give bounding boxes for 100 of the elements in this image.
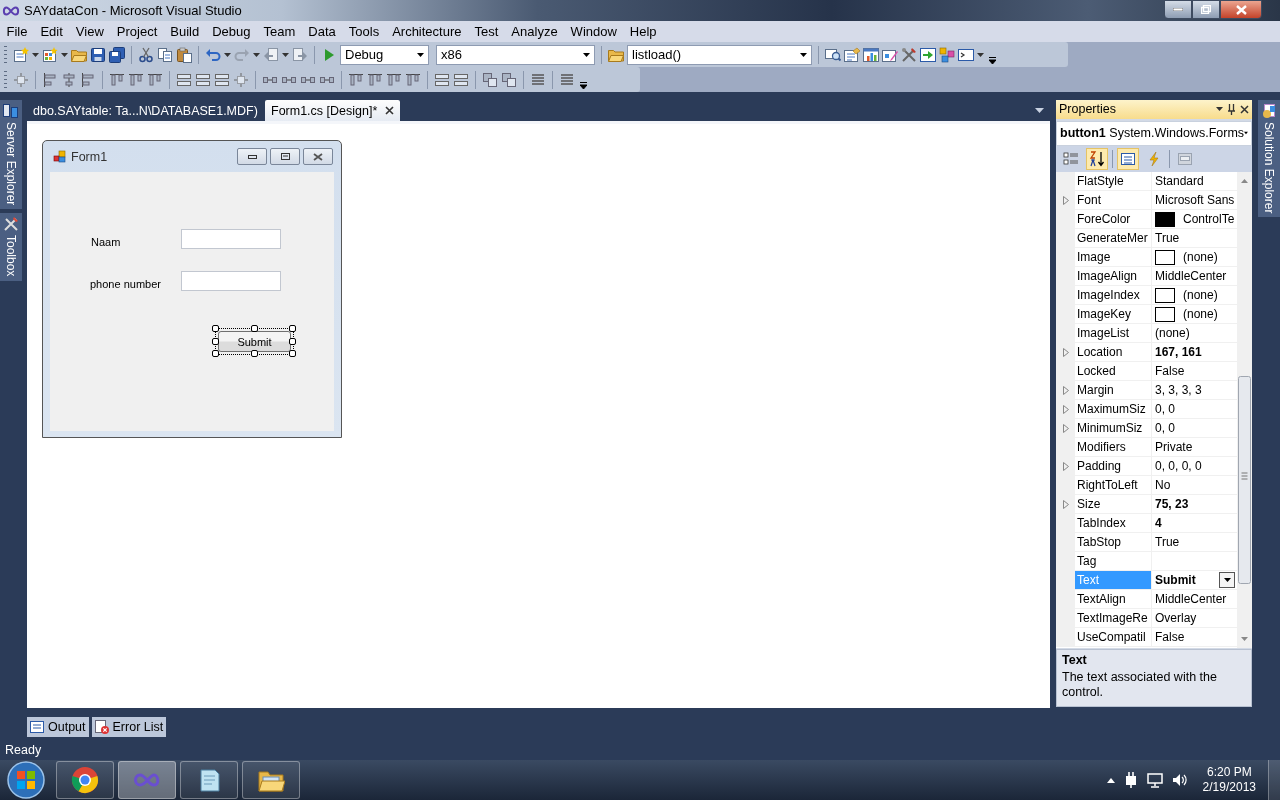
- alphabetical-view-button[interactable]: [1086, 148, 1108, 171]
- property-name[interactable]: TextAlign: [1075, 590, 1151, 609]
- dropdown-button[interactable]: [1219, 572, 1235, 589]
- document-tab[interactable]: Form1.cs [Design]*: [265, 100, 401, 121]
- menu-item[interactable]: Analyze: [504, 24, 565, 39]
- chart-icon[interactable]: [863, 46, 879, 63]
- platform-dropdown[interactable]: x86: [436, 44, 595, 65]
- alignment-icon[interactable]: [80, 71, 96, 88]
- panel-tab[interactable]: Output: [27, 717, 89, 737]
- find-dropdown[interactable]: listload(): [627, 44, 812, 65]
- property-name[interactable]: MaximumSiz: [1075, 400, 1151, 419]
- expand-icon[interactable]: [1062, 195, 1069, 205]
- menu-item[interactable]: Build: [163, 24, 206, 39]
- panel-tab[interactable]: Error List: [91, 717, 167, 737]
- add-item-icon[interactable]: [42, 46, 58, 63]
- property-name[interactable]: ForeColor: [1075, 210, 1151, 229]
- property-name[interactable]: Margin: [1075, 381, 1151, 400]
- close-icon[interactable]: [385, 106, 395, 115]
- alignment-icon[interactable]: [501, 71, 517, 88]
- property-value[interactable]: (none): [1183, 288, 1218, 303]
- copy-icon[interactable]: [157, 46, 173, 63]
- caret-icon[interactable]: [253, 52, 260, 57]
- save-all-icon[interactable]: [109, 46, 125, 63]
- menu-item[interactable]: Test: [468, 24, 505, 39]
- property-name[interactable]: Locked: [1075, 362, 1151, 381]
- properties-icon[interactable]: [844, 46, 860, 63]
- property-name[interactable]: TabStop: [1075, 533, 1151, 552]
- menu-item[interactable]: Team: [257, 24, 302, 39]
- alignment-icon[interactable]: [434, 71, 450, 88]
- alignment-icon[interactable]: [367, 71, 383, 88]
- property-value[interactable]: (none): [1155, 326, 1190, 341]
- property-name[interactable]: UseCompatil: [1075, 628, 1151, 647]
- properties-view-button[interactable]: [1117, 148, 1139, 171]
- plug-icon[interactable]: [1123, 772, 1138, 788]
- property-name[interactable]: ImageKey: [1075, 305, 1151, 324]
- caret-icon[interactable]: [1035, 108, 1044, 113]
- alignment-icon[interactable]: [109, 71, 125, 88]
- alignment-icon[interactable]: [453, 71, 469, 88]
- property-value[interactable]: 75, 23: [1155, 497, 1189, 512]
- alignment-icon[interactable]: [482, 71, 498, 88]
- caret-icon[interactable]: [1244, 131, 1248, 136]
- property-name[interactable]: Padding: [1075, 457, 1151, 476]
- property-value[interactable]: False: [1155, 364, 1185, 379]
- text-field[interactable]: [181, 271, 281, 291]
- expand-icon[interactable]: [1062, 461, 1069, 471]
- resize-handle[interactable]: [250, 350, 258, 357]
- side-tab[interactable]: Server Explorer: [0, 100, 22, 210]
- caret-icon[interactable]: [583, 52, 590, 57]
- menu-item[interactable]: File: [0, 24, 34, 39]
- property-name[interactable]: RightToLeft: [1075, 476, 1151, 495]
- submit-button[interactable]: Submit: [218, 331, 291, 352]
- scrollbar[interactable]: [1237, 172, 1252, 649]
- alignment-icon[interactable]: [214, 71, 230, 88]
- property-value[interactable]: MiddleCenter: [1155, 269, 1227, 284]
- expand-icon[interactable]: [1062, 347, 1069, 357]
- property-name[interactable]: Location: [1075, 343, 1151, 362]
- show-desktop-button[interactable]: [1268, 760, 1280, 800]
- property-name[interactable]: TextImageRe: [1075, 609, 1151, 628]
- caret-icon[interactable]: [32, 52, 39, 57]
- object-selector[interactable]: button1 System.Windows.Forms: [1056, 120, 1252, 146]
- search-icon[interactable]: [825, 46, 841, 63]
- restore-button[interactable]: [1192, 0, 1220, 19]
- overflow-icon[interactable]: [580, 82, 587, 89]
- property-value[interactable]: 3, 3, 3, 3: [1155, 383, 1202, 398]
- property-value[interactable]: 4: [1155, 516, 1162, 531]
- alignment-icon[interactable]: [386, 71, 402, 88]
- close-button[interactable]: [303, 148, 333, 165]
- property-value[interactable]: True: [1155, 535, 1180, 550]
- clock-time[interactable]: 6:20 PM: [1206, 765, 1252, 780]
- property-value[interactable]: Private: [1155, 440, 1193, 455]
- alignment-icon[interactable]: [559, 71, 575, 88]
- property-value[interactable]: True: [1155, 231, 1180, 246]
- property-name[interactable]: Modifiers: [1075, 438, 1151, 457]
- property-name[interactable]: ImageAlign: [1075, 267, 1151, 286]
- menu-item[interactable]: Window: [564, 24, 624, 39]
- menu-item[interactable]: Edit: [33, 24, 70, 39]
- property-name[interactable]: TabIndex: [1075, 514, 1151, 533]
- property-name[interactable]: Image: [1075, 248, 1151, 267]
- side-tab[interactable]: Toolbox: [0, 213, 22, 281]
- menu-item[interactable]: Tools: [342, 24, 386, 39]
- property-value[interactable]: False: [1155, 630, 1185, 645]
- caret-icon[interactable]: [417, 52, 424, 57]
- console-icon[interactable]: [958, 46, 974, 63]
- taskbar-button[interactable]: [242, 761, 300, 799]
- speaker-icon[interactable]: [1171, 773, 1188, 787]
- alignment-icon[interactable]: [42, 71, 58, 88]
- minimize-button[interactable]: [237, 148, 267, 165]
- resize-handle[interactable]: [250, 325, 258, 332]
- configuration-dropdown[interactable]: Debug: [340, 44, 429, 65]
- property-value[interactable]: 0, 0, 0, 0: [1155, 459, 1202, 474]
- property-value[interactable]: (none): [1183, 250, 1218, 265]
- menu-item[interactable]: Data: [301, 24, 343, 39]
- start-button[interactable]: [6, 760, 46, 800]
- caret-icon[interactable]: [1216, 107, 1223, 112]
- side-tab[interactable]: Solution Explorer: [1258, 100, 1280, 218]
- property-value[interactable]: Overlay: [1155, 611, 1197, 626]
- save-icon[interactable]: [90, 46, 106, 63]
- expand-icon[interactable]: [1062, 499, 1069, 509]
- maximize-button[interactable]: [270, 148, 300, 165]
- boxes-icon[interactable]: [939, 46, 955, 63]
